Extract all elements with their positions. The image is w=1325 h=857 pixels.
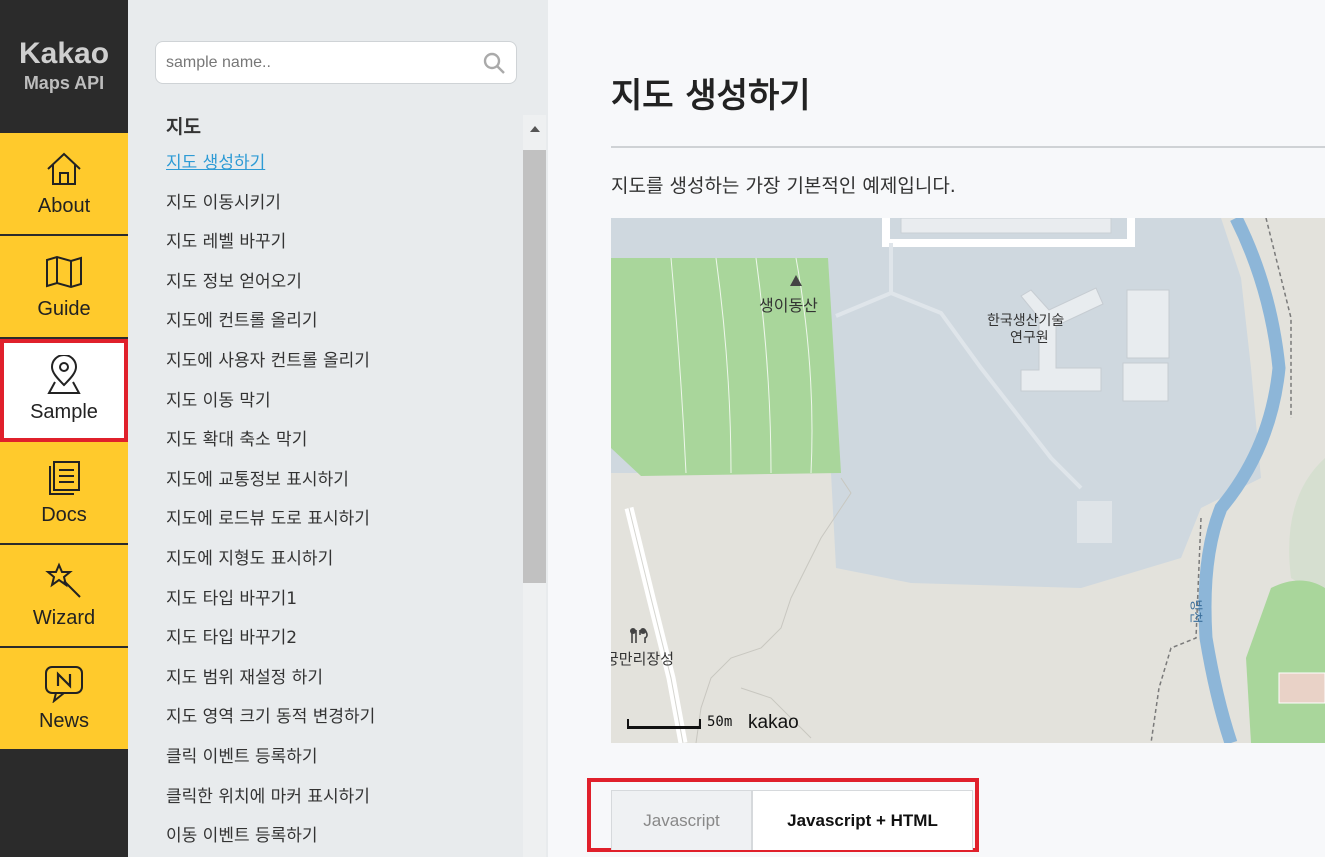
home-icon: [44, 149, 84, 189]
title-divider: [611, 146, 1325, 148]
brand-title: Kakao: [18, 37, 110, 70]
nav-sample[interactable]: Sample: [0, 339, 128, 442]
nav-wizard-label: Wizard: [32, 607, 96, 629]
documents-icon: [44, 458, 84, 498]
list-item[interactable]: 지도 영역 크기 동적 변경하기: [166, 698, 516, 738]
map-tiles: [611, 218, 1325, 743]
list-item[interactable]: 지도 정보 얻어오기: [166, 263, 516, 303]
search-icon[interactable]: [482, 51, 506, 79]
list-item[interactable]: 지도 생성하기: [166, 144, 516, 184]
nav-wizard[interactable]: Wizard: [0, 545, 128, 648]
map-label-stream: 방천: [1187, 599, 1203, 624]
main-content: 지도 생성하기 지도를 생성하는 가장 기본적인 예제입니다. 생이동산 한국생…: [548, 0, 1325, 857]
scale-text: 50m: [707, 714, 733, 730]
tab-javascript[interactable]: Javascript: [611, 790, 752, 850]
brand-subtitle: Maps API: [23, 73, 105, 93]
page-description: 지도를 생성하는 가장 기본적인 예제입니다.: [611, 175, 956, 197]
nav-docs-label: Docs: [41, 504, 87, 526]
list-item[interactable]: 지도 확대 축소 막기: [166, 421, 516, 461]
list-item[interactable]: 지도에 로드뷰 도로 표시하기: [166, 500, 516, 540]
map-label-institute-line2: 연구원: [1010, 330, 1049, 346]
nav-news-label: News: [38, 710, 89, 732]
nav-guide[interactable]: Guide: [0, 236, 128, 339]
scroll-up-arrow-icon[interactable]: [523, 115, 546, 143]
map-view[interactable]: 생이동산 한국생산기술 연구원 궁만리장성 방천 50m kakao: [611, 218, 1325, 743]
code-tabs: Javascript Javascript + HTML: [587, 778, 979, 852]
list-item[interactable]: 이동 이벤트 등록하기: [166, 817, 516, 857]
list-item[interactable]: 지도에 사용자 컨트롤 올리기: [166, 342, 516, 382]
map-label-mountain: 생이동산: [759, 296, 818, 315]
map-book-icon: [44, 252, 84, 292]
sample-search-input[interactable]: [156, 42, 466, 83]
nav-docs[interactable]: Docs: [0, 442, 128, 545]
map-provider-logo[interactable]: kakao: [748, 712, 799, 734]
nav-news[interactable]: News: [0, 648, 128, 751]
list-item[interactable]: 지도 타입 바꾸기2: [166, 619, 516, 659]
brand-logo[interactable]: Kakao Maps API: [0, 0, 128, 133]
list-item[interactable]: 지도 이동시키기: [166, 184, 516, 224]
list-item[interactable]: 클릭 이벤트 등록하기: [166, 738, 516, 778]
left-nav-rail: Kakao Maps API About Guide Sample Docs W…: [0, 0, 128, 857]
list-item[interactable]: 지도 타입 바꾸기1: [166, 580, 516, 620]
map-scale-bar: 50m: [627, 715, 732, 729]
list-item[interactable]: 클릭한 위치에 마커 표시하기: [166, 778, 516, 818]
sample-search-box: [155, 41, 517, 84]
tab-javascript-html[interactable]: Javascript + HTML: [752, 790, 973, 850]
news-bubble-icon: [44, 664, 84, 704]
list-scrollbar[interactable]: [523, 115, 546, 857]
list-item[interactable]: 지도 이동 막기: [166, 382, 516, 422]
list-item[interactable]: 지도에 지형도 표시하기: [166, 540, 516, 580]
page-title: 지도 생성하기: [611, 76, 811, 116]
list-item[interactable]: 지도에 컨트롤 올리기: [166, 302, 516, 342]
nav-guide-label: Guide: [37, 298, 91, 320]
list-item[interactable]: 지도 범위 재설정 하기: [166, 659, 516, 699]
nav-about-label: About: [37, 195, 91, 217]
sample-list-panel: 지도 지도 생성하기 지도 이동시키기 지도 레벨 바꾸기 지도 정보 얻어오기…: [128, 0, 548, 857]
location-pin-icon: [44, 355, 84, 395]
scale-line: [627, 719, 701, 729]
scrollbar-thumb[interactable]: [523, 150, 546, 583]
sample-list: 지도 지도 생성하기 지도 이동시키기 지도 레벨 바꾸기 지도 정보 얻어오기…: [166, 110, 516, 857]
magic-wand-icon: [44, 561, 84, 601]
list-item[interactable]: 지도에 교통정보 표시하기: [166, 461, 516, 501]
nav-sample-label: Sample: [30, 401, 98, 423]
list-item[interactable]: 지도 레벨 바꾸기: [166, 223, 516, 263]
map-label-restaurant: 궁만리장성: [611, 650, 675, 668]
nav-about[interactable]: About: [0, 133, 128, 236]
section-heading: 지도: [166, 116, 201, 138]
